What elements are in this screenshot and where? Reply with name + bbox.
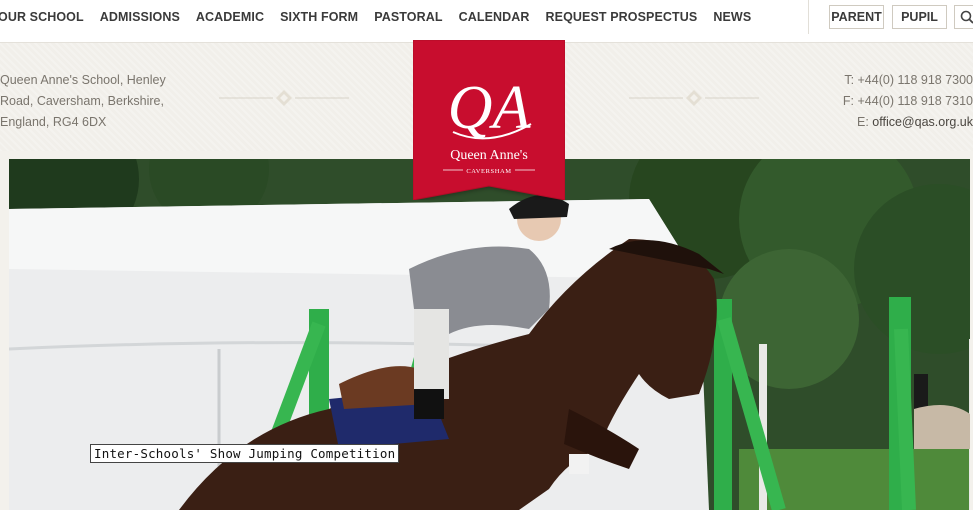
nav-sixth-form[interactable]: SIXTH FORM: [280, 10, 358, 24]
pupil-portal-button[interactable]: PUPIL: [892, 5, 947, 29]
logo-monogram: QA: [448, 74, 532, 142]
main-menu: OUR SCHOOL ADMISSIONS ACADEMIC SIXTH FOR…: [0, 0, 767, 34]
search-button[interactable]: [954, 5, 973, 29]
parent-portal-button[interactable]: PARENT: [829, 5, 884, 29]
hero-caption: Inter-Schools' Show Jumping Competition: [90, 444, 400, 463]
top-navigation: OUR SCHOOL ADMISSIONS ACADEMIC SIXTH FOR…: [0, 0, 973, 43]
logo-place: CAVERSHAM: [466, 168, 511, 175]
nav-academic[interactable]: ACADEMIC: [196, 10, 264, 24]
logo-school-name: Queen Anne's: [450, 148, 528, 163]
address-line-2: Road, Caversham, Berkshire,: [0, 94, 164, 108]
nav-calendar[interactable]: CALENDAR: [459, 10, 530, 24]
fax-number: F: +44(0) 118 918 7310: [842, 94, 973, 108]
email-line: E: office@qas.org.uk: [823, 112, 973, 133]
contact-details: T: +44(0) 118 918 7300 F: +44(0) 118 918…: [823, 70, 973, 133]
nav-news[interactable]: NEWS: [713, 10, 751, 24]
address-line-3: England, RG4 6DX: [0, 115, 107, 129]
ornament-divider-left-icon: [219, 90, 349, 106]
email-link[interactable]: office@qas.org.uk: [872, 115, 973, 129]
phone-number: T: +44(0) 118 918 7300: [844, 73, 973, 87]
ornament-divider-right-icon: [629, 90, 759, 106]
email-prefix: E:: [856, 115, 873, 129]
school-address: Queen Anne's School, Henley Road, Cavers…: [0, 70, 180, 133]
address-line-1: Queen Anne's School, Henley: [0, 73, 166, 87]
nav-divider: [808, 0, 809, 34]
school-logo[interactable]: QA Queen Anne's CAVERSHAM: [413, 40, 565, 200]
search-icon: [960, 10, 973, 24]
nav-admissions[interactable]: ADMISSIONS: [100, 10, 180, 24]
nav-our-school[interactable]: OUR SCHOOL: [0, 10, 84, 24]
nav-pastoral[interactable]: PASTORAL: [374, 10, 442, 24]
nav-request-prospectus[interactable]: REQUEST PROSPECTUS: [546, 10, 698, 24]
